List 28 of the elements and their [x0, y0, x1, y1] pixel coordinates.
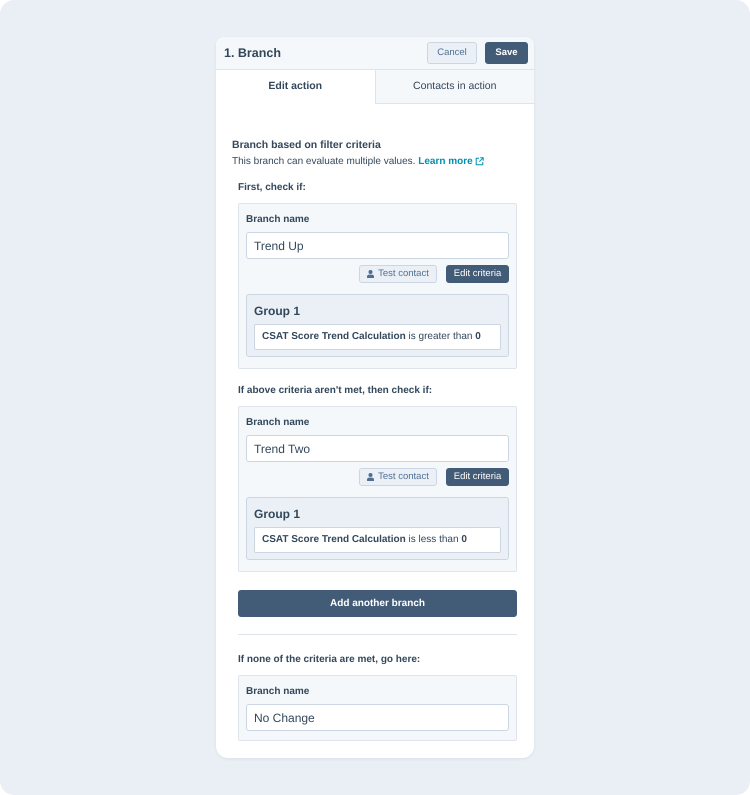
section-heading: Branch based on filter criteria — [232, 138, 382, 152]
field-label: Branch name — [246, 685, 310, 699]
external-link-icon — [475, 156, 484, 166]
group-title: Group 1 — [254, 507, 302, 521]
person-icon — [367, 473, 374, 481]
section-heading: If above criteria aren't met, then check if: — [238, 384, 434, 398]
branch-name-field[interactable]: Trend Two — [246, 435, 509, 462]
edit-criteria-button[interactable]: Edit criteria — [446, 265, 509, 283]
cancel-button[interactable]: Cancel — [427, 42, 477, 64]
person-icon — [367, 270, 374, 278]
test-contact-button[interactable]: Test contact — [359, 468, 437, 486]
panel-title: 1. Branch — [224, 44, 282, 62]
branch-name-field[interactable]: No Change — [246, 704, 509, 731]
group-title: Group 1 — [254, 304, 302, 318]
section-heading: If none of the criteria are met, go here: — [238, 653, 422, 667]
add-branch-button[interactable]: Add another branch — [238, 590, 517, 617]
edit-criteria-button[interactable]: Edit criteria — [446, 468, 509, 486]
learn-more-link[interactable]: Learn more — [418, 156, 484, 167]
description-text: This branch can evaluate multiple values. Learn more — [232, 155, 518, 169]
section-heading: First, check if: — [238, 181, 307, 195]
filter-criterion[interactable]: CSAT Score Trend Calculation is less than 0 — [254, 527, 501, 553]
test-contact-button[interactable]: Test contact — [359, 265, 437, 283]
branch-name-field[interactable]: Trend Up — [246, 232, 509, 259]
field-label: Branch name — [246, 416, 310, 430]
field-label: Branch name — [246, 213, 310, 227]
tab[interactable]: Contacts in action — [374, 70, 534, 104]
filter-criterion[interactable]: CSAT Score Trend Calculation is greater than 0 — [254, 324, 501, 350]
save-button[interactable]: Save — [485, 42, 528, 64]
